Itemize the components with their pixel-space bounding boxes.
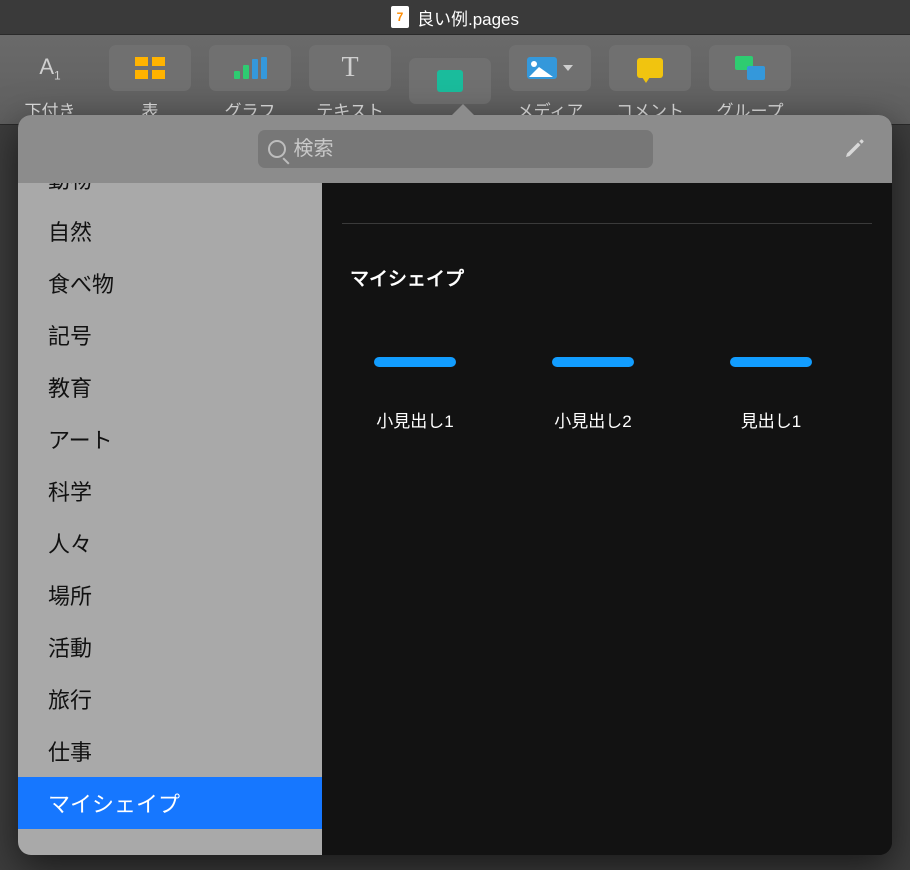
- sidebar-item[interactable]: 科学: [18, 465, 322, 517]
- shape-item[interactable]: 小見出し1: [350, 317, 480, 432]
- popover-body: 動物自然食べ物記号教育アート科学人々場所活動旅行仕事マイシェイプ マイシェイプ …: [18, 183, 892, 855]
- sidebar-item[interactable]: 教育: [18, 361, 322, 413]
- section-title: マイシェイプ: [350, 264, 872, 291]
- shapes-content: マイシェイプ 小見出し1 小見出し2 見出し1: [322, 183, 892, 855]
- shape-preview: [730, 317, 812, 407]
- search-field[interactable]: [258, 130, 653, 168]
- subscript-icon: A1: [39, 54, 60, 82]
- category-sidebar[interactable]: 動物自然食べ物記号教育アート科学人々場所活動旅行仕事マイシェイプ: [18, 183, 322, 855]
- search-input[interactable]: [294, 138, 643, 161]
- sidebar-item[interactable]: 旅行: [18, 673, 322, 725]
- titlebar: 7 良い例.pages: [0, 0, 910, 35]
- shape-preview: [374, 317, 456, 407]
- sidebar-item[interactable]: 仕事: [18, 725, 322, 777]
- group-icon: [735, 56, 765, 80]
- sidebar-item[interactable]: アート: [18, 413, 322, 465]
- sidebar-item[interactable]: 場所: [18, 569, 322, 621]
- sidebar-item[interactable]: マイシェイプ: [18, 777, 322, 829]
- shape-icon: [437, 70, 463, 92]
- toolbar-item-subscript[interactable]: A1 下付き: [5, 45, 95, 122]
- shape-grid: 小見出し1 小見出し2 見出し1: [342, 317, 872, 432]
- text-icon: T: [341, 52, 358, 84]
- toolbar-item-text[interactable]: T テキスト: [305, 45, 395, 122]
- toolbar-item-chart[interactable]: グラフ: [205, 45, 295, 122]
- draw-button[interactable]: [842, 135, 868, 161]
- document-title: 良い例.pages: [417, 5, 519, 30]
- sidebar-item[interactable]: 自然: [18, 205, 322, 257]
- shape-label: 小見出し1: [376, 407, 453, 432]
- document-icon: 7: [391, 6, 409, 28]
- comment-icon: [637, 58, 663, 78]
- toolbar-item-group[interactable]: グループ: [705, 45, 795, 122]
- search-icon: [268, 140, 286, 158]
- shapes-popover: 動物自然食べ物記号教育アート科学人々場所活動旅行仕事マイシェイプ マイシェイプ …: [18, 115, 892, 855]
- sidebar-item[interactable]: 動物: [18, 183, 322, 205]
- sidebar-item[interactable]: 活動: [18, 621, 322, 673]
- sidebar-item[interactable]: 人々: [18, 517, 322, 569]
- shape-preview: [552, 317, 634, 407]
- shape-line-icon: [374, 357, 456, 367]
- shape-label: 小見出し2: [554, 407, 631, 432]
- toolbar-item-table[interactable]: 表: [105, 45, 195, 122]
- popover-arrow: [450, 104, 476, 117]
- shape-item[interactable]: 小見出し2: [528, 317, 658, 432]
- sidebar-item[interactable]: 記号: [18, 309, 322, 361]
- shape-line-icon: [730, 357, 812, 367]
- table-icon: [135, 57, 165, 79]
- media-icon: [527, 57, 557, 79]
- popover-header: [18, 115, 892, 183]
- shape-label: 見出し1: [741, 407, 801, 432]
- pen-icon: [843, 136, 867, 160]
- chart-icon: [234, 57, 267, 79]
- chevron-down-icon: [563, 65, 573, 71]
- toolbar-item-comment[interactable]: コメント: [605, 45, 695, 122]
- shape-line-icon: [552, 357, 634, 367]
- sidebar-item[interactable]: 食べ物: [18, 257, 322, 309]
- shape-item[interactable]: 見出し1: [706, 317, 836, 432]
- toolbar-item-media[interactable]: メディア: [505, 45, 595, 122]
- toolbar-item-shape[interactable]: [405, 58, 495, 110]
- section-divider: [342, 223, 872, 224]
